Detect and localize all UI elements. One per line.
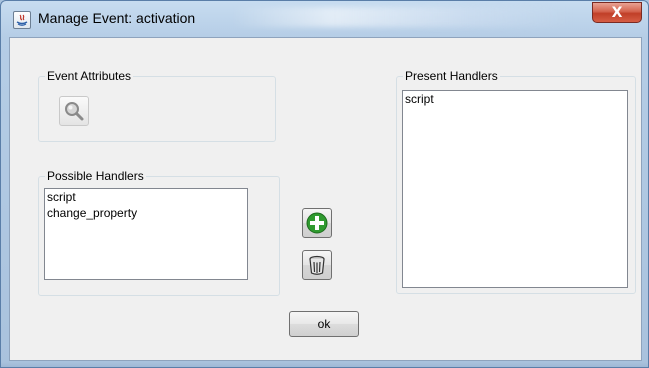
remove-handler-button[interactable] [302, 250, 332, 280]
event-attributes-legend: Event Attributes [45, 69, 134, 83]
title-bar-glass-blur [231, 7, 571, 27]
ok-button[interactable]: ok [289, 311, 359, 337]
possible-handlers-list[interactable]: script change_property [44, 188, 248, 280]
event-attributes-search-button[interactable] [59, 96, 89, 126]
dialog-window: Manage Event: activation X Event Attribu… [0, 0, 649, 368]
green-plus-icon [306, 212, 328, 234]
possible-handlers-group: Possible Handlers script change_property [38, 169, 280, 296]
dialog-content: Event Attributes Possible Handlers scrip… [9, 37, 642, 361]
add-handler-button[interactable] [302, 208, 332, 238]
close-button[interactable]: X [592, 2, 642, 23]
list-item[interactable]: script [403, 91, 627, 107]
window-title: Manage Event: activation [38, 10, 196, 26]
present-handlers-group: Present Handlers script [396, 69, 636, 294]
present-handlers-list[interactable]: script [402, 90, 628, 288]
title-bar[interactable]: Manage Event: activation X [1, 1, 648, 37]
magnifier-icon [65, 102, 84, 121]
window-bottom-border [1, 362, 648, 367]
trash-can-icon [309, 255, 325, 275]
java-app-icon[interactable] [13, 11, 31, 29]
list-item[interactable]: script [45, 189, 247, 205]
possible-handlers-legend: Possible Handlers [45, 169, 146, 183]
event-attributes-group: Event Attributes [38, 69, 276, 142]
close-icon: X [611, 4, 623, 21]
list-item[interactable]: change_property [45, 205, 247, 221]
present-handlers-legend: Present Handlers [403, 69, 500, 83]
